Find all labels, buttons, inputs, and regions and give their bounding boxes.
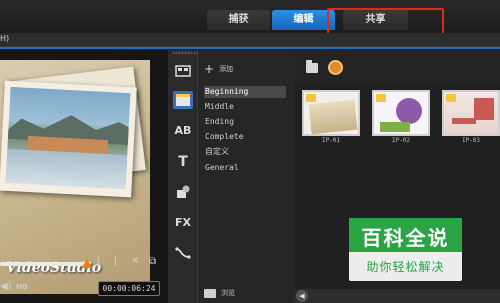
category-ending[interactable]: Ending — [204, 116, 286, 128]
timecode-display[interactable]: 00:00:06:24 — [98, 281, 160, 296]
mark-out-icon[interactable]: ] — [113, 256, 117, 267]
folder-icon[interactable] — [306, 60, 318, 73]
preview-window[interactable]: VideoStudio — [0, 60, 150, 294]
preview-photo — [5, 86, 131, 190]
template-thumbnail[interactable] — [372, 90, 430, 136]
thumbnail-caption: IP-01 — [321, 137, 341, 144]
library-scrollbar[interactable] — [294, 289, 500, 303]
tab-capture[interactable]: 捕获 — [207, 10, 270, 30]
app-window: 捕获 编辑 共享 H) VideoStudio [ ] ✕ ⧉ ◀) HD 00… — [0, 0, 500, 303]
library-category-bar: AB T FX — [168, 50, 198, 303]
thumbnail-caption: IP-03 — [461, 137, 481, 144]
media-icon[interactable] — [173, 62, 193, 80]
category-beginning[interactable]: Beginning — [204, 86, 286, 98]
volume-icon[interactable]: ◀) — [0, 281, 12, 292]
template-thumbnail[interactable] — [442, 90, 500, 136]
library-toolbar — [294, 50, 500, 84]
hd-label[interactable]: HD — [16, 283, 28, 291]
category-complete[interactable]: Complete — [204, 131, 286, 143]
tab-edit[interactable]: 编辑 — [272, 10, 335, 30]
help-menu-fragment[interactable]: H) — [0, 34, 9, 43]
category-middle[interactable]: Middle — [204, 101, 286, 113]
scroll-left-icon[interactable]: ◀ — [296, 290, 308, 302]
clip-icon[interactable]: ⧉ — [149, 256, 156, 267]
watermark-subtitle: 助你轻松解决 — [366, 260, 445, 274]
plus-icon: + — [204, 62, 215, 76]
template-thumbnail[interactable] — [302, 90, 360, 136]
browse-icon — [204, 288, 216, 298]
menu-bar: H) — [0, 33, 500, 47]
photo-frame — [0, 80, 137, 198]
watermark-logo: 百科全说 助你轻松解决 — [349, 218, 462, 281]
category-general[interactable]: General — [204, 162, 286, 174]
mark-in-icon[interactable]: [ — [97, 256, 101, 267]
graphics-icon[interactable] — [173, 183, 193, 201]
template-clock-icon[interactable] — [328, 60, 343, 75]
title-icon[interactable]: T — [173, 153, 193, 171]
browse-button[interactable]: 浏览 — [204, 288, 235, 298]
scrubber-track[interactable] — [0, 262, 86, 266]
cut-icon[interactable]: ✕ — [131, 256, 139, 267]
watermark-title: 百科全说 — [361, 226, 450, 250]
instant-project-categories: + 添加 Beginning Middle Ending Complete 自定义… — [198, 50, 294, 303]
instant-project-icon[interactable] — [173, 91, 193, 109]
transition-icon[interactable]: AB — [173, 122, 193, 140]
accent-divider — [0, 47, 500, 49]
add-button[interactable]: + 添加 — [204, 62, 233, 76]
path-icon[interactable] — [173, 244, 193, 262]
fx-icon[interactable]: FX — [173, 214, 193, 232]
scrubber-handle[interactable] — [82, 258, 92, 268]
add-label: 添加 — [219, 65, 234, 73]
browse-label: 浏览 — [221, 289, 235, 297]
thumbnail-caption: IP-02 — [391, 137, 411, 144]
category-custom[interactable]: 自定义 — [204, 146, 286, 158]
